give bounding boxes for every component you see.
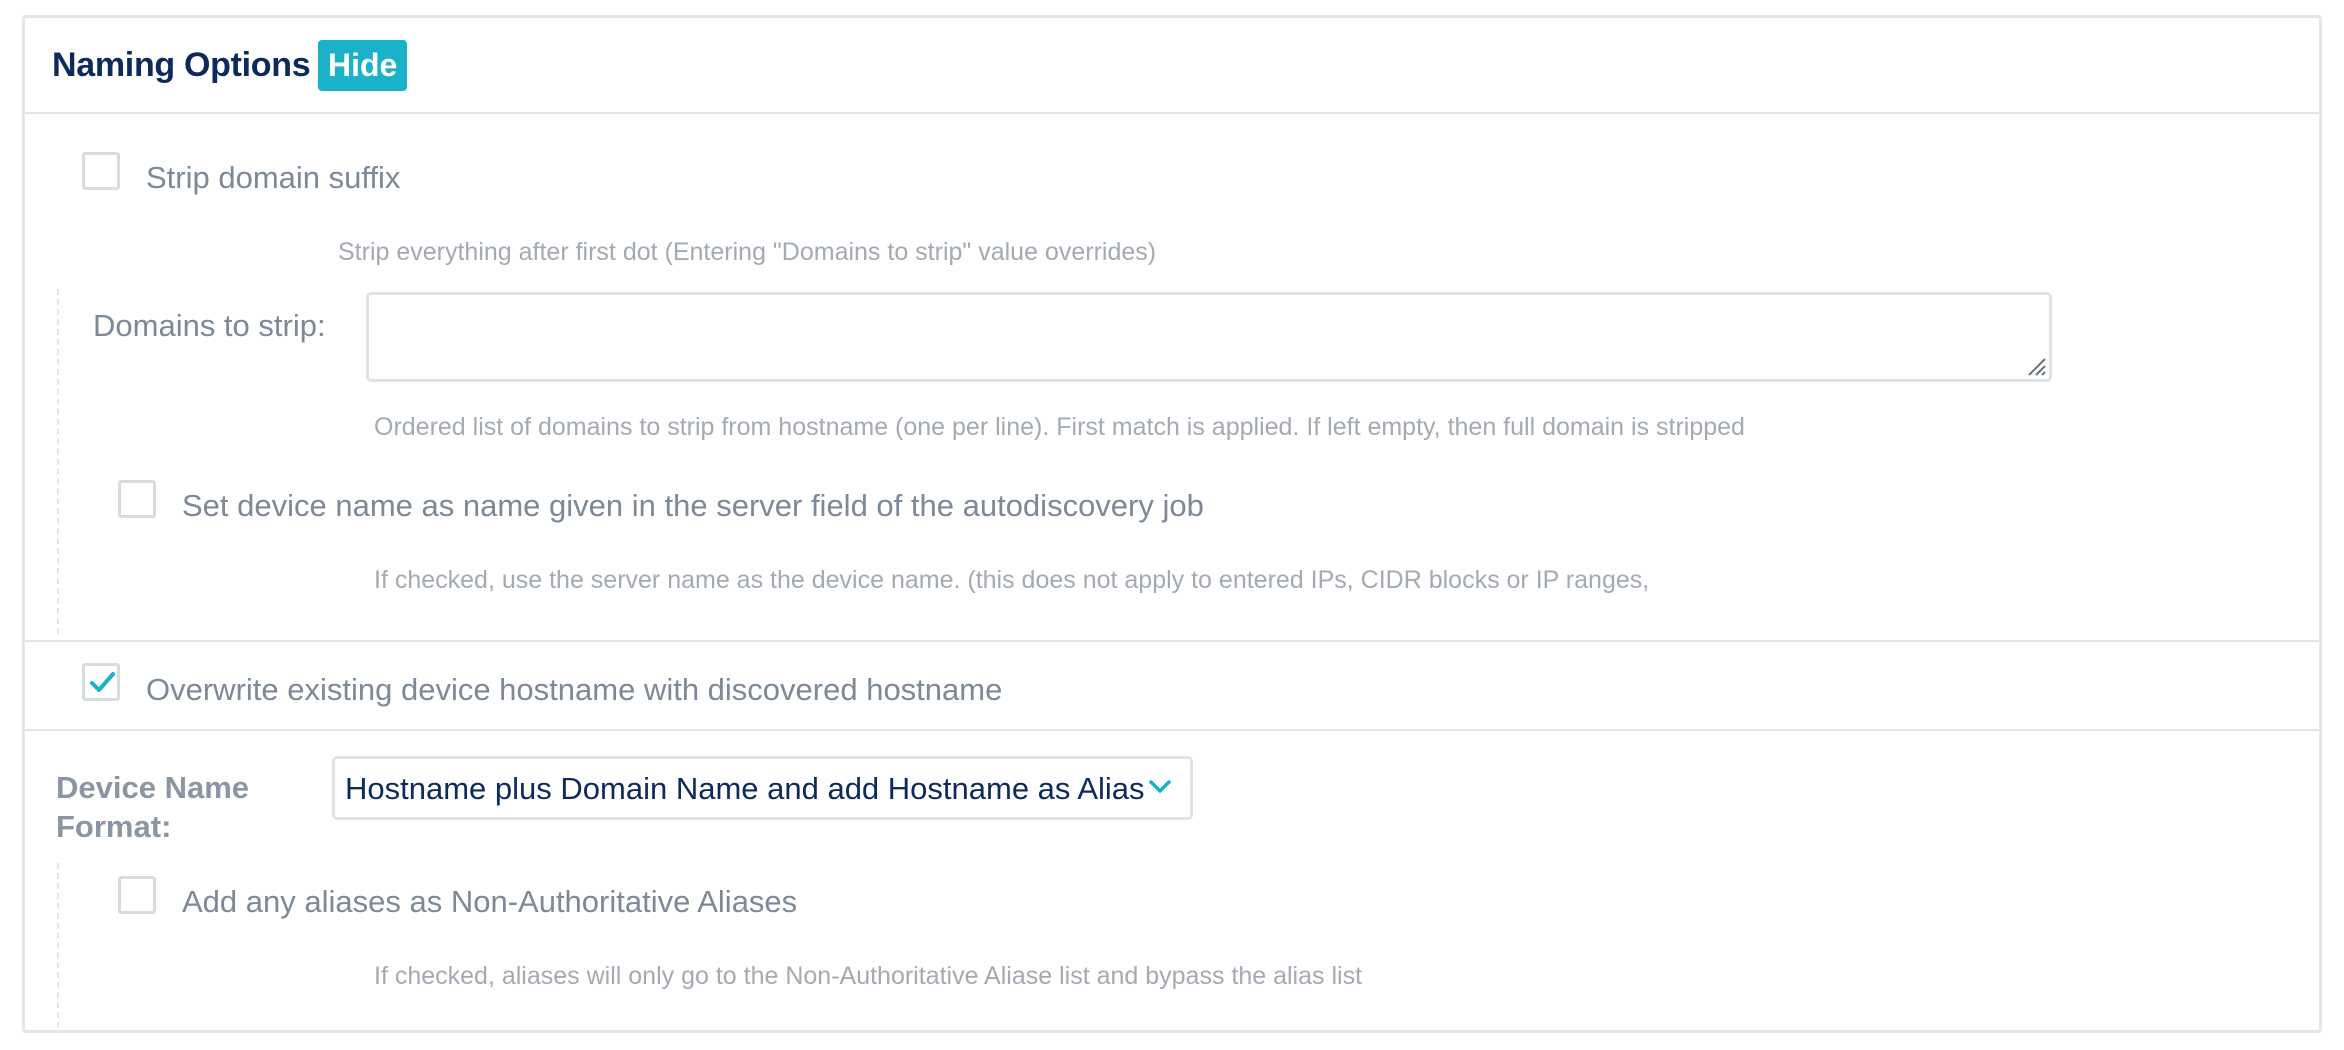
domains-to-strip-label: Domains to strip: [93, 308, 326, 343]
device-name-format-value: Hostname plus Domain Name and add Hostna… [345, 771, 1145, 806]
server-name-checkbox[interactable] [118, 480, 156, 518]
section-divider [25, 640, 2319, 642]
domains-to-strip-textarea[interactable] [366, 292, 2052, 382]
strip-domain-suffix-checkbox[interactable] [82, 152, 120, 190]
strip-domain-suffix-help: Strip everything after first dot (Enteri… [338, 238, 1157, 266]
panel-title: Naming Options [52, 46, 311, 84]
overwrite-hostname-checkbox[interactable] [82, 663, 120, 701]
resize-grip-icon[interactable] [2025, 355, 2047, 377]
nested-alias-guide [57, 863, 59, 1028]
strip-domain-suffix-label: Strip domain suffix [146, 160, 401, 195]
chevron-down-icon [1149, 780, 1171, 793]
checkmark-icon [90, 672, 115, 692]
device-name-format-label-line1: Device Name [56, 770, 250, 805]
overwrite-hostname-label: Overwrite existing device hostname with … [146, 672, 1003, 707]
non-auth-aliases-help: If checked, aliases will only go to the … [374, 962, 1363, 990]
server-name-help: If checked, use the server name as the d… [374, 566, 1650, 594]
server-name-label: Set device name as name given in the ser… [182, 488, 1204, 523]
device-name-format-select[interactable]: Hostname plus Domain Name and add Hostna… [332, 756, 1193, 820]
non-auth-aliases-checkbox[interactable] [118, 876, 156, 914]
nested-options-guide [57, 289, 59, 634]
non-auth-aliases-label: Add any aliases as Non-Authoritative Ali… [182, 884, 798, 919]
section-divider-2 [25, 729, 2319, 731]
domains-to-strip-help: Ordered list of domains to strip from ho… [374, 413, 1745, 441]
device-name-format-label: Device Name Format: [56, 768, 249, 846]
device-name-format-label-line2: Format: [56, 809, 172, 844]
hide-button[interactable]: Hide [318, 40, 408, 91]
panel-header: Naming Options Hide [25, 18, 2319, 114]
naming-options-panel: Naming Options Hide Strip domain suffix … [22, 15, 2322, 1033]
